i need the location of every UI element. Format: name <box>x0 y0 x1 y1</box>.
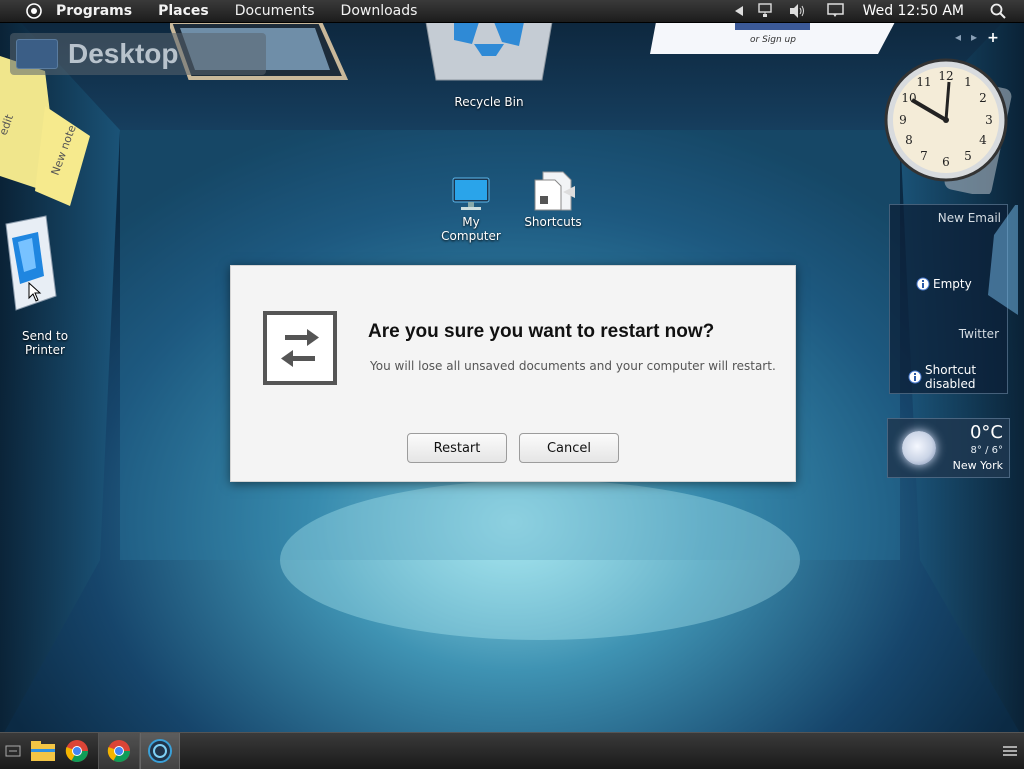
top-menu: Programs Places Documents Downloads <box>0 0 443 22</box>
clock-gadget[interactable]: 12 1 2 3 4 5 6 7 8 9 10 11 <box>884 54 1014 197</box>
volume-icon[interactable] <box>789 3 807 19</box>
show-desktop-button[interactable] <box>0 733 26 769</box>
menu-documents[interactable]: Documents <box>235 0 315 22</box>
svg-text:6: 6 <box>942 155 950 169</box>
taskbar-app-active[interactable] <box>140 733 180 769</box>
gadget-next-icon[interactable]: ▸ <box>971 30 977 46</box>
shortcut-disabled-status: Shortcut disabled <box>908 363 976 391</box>
dialog-message: You will lose all unsaved documents and … <box>370 359 776 373</box>
shortcut-disabled-label-1: Shortcut <box>925 363 977 377</box>
search-icon[interactable] <box>990 3 1006 19</box>
swap-arrows-icon <box>263 311 337 385</box>
recycle-bin-graphic <box>425 21 553 81</box>
clock-text[interactable]: Wed 12:50 AM <box>863 0 964 22</box>
system-tray: Wed 12:50 AM <box>734 0 1024 22</box>
info-icon <box>916 277 930 291</box>
taskbar-file-explorer[interactable] <box>28 733 58 769</box>
twitter-bird-graphic <box>988 205 1018 315</box>
desktop-title: Desktop <box>68 38 179 69</box>
weather-temp: 0°C <box>969 422 1003 443</box>
signup-text: or Sign up <box>750 35 796 45</box>
system-app-icon <box>148 739 172 763</box>
cancel-button[interactable]: Cancel <box>519 433 619 463</box>
svg-text:9: 9 <box>899 113 907 127</box>
gadget-add-icon[interactable]: + <box>987 30 999 46</box>
desktop-label: Desktop <box>10 33 266 75</box>
chrome-icon <box>107 740 130 762</box>
notification-icon[interactable] <box>826 3 845 19</box>
taskbar-chrome-1[interactable] <box>62 733 92 769</box>
notifications-panel: New Email Empty Twitter Shortcut disable… <box>889 204 1018 394</box>
shortcuts-label: Shortcuts <box>524 215 582 229</box>
restart-dialog: Are you sure you want to restart now? Yo… <box>230 265 796 482</box>
recycle-bin-label: Recycle Bin <box>454 95 524 109</box>
gadget-nav: ◂ ▸ + <box>955 30 999 46</box>
send-to-printer-label-2: Printer <box>25 343 65 357</box>
gadget-prev-icon[interactable]: ◂ <box>955 30 961 46</box>
menu-places[interactable]: Places <box>158 0 209 22</box>
start-menu-icon[interactable] <box>24 1 44 21</box>
menu-downloads[interactable]: Downloads <box>341 0 418 22</box>
chrome-icon <box>65 740 88 762</box>
restart-button[interactable]: Restart <box>407 433 507 463</box>
menu-programs[interactable]: Programs <box>56 0 132 22</box>
svg-text:11: 11 <box>916 75 931 89</box>
weather-range: 8° / 6° <box>970 445 1003 456</box>
svg-text:5: 5 <box>964 149 972 163</box>
my-computer-label-1: My <box>462 215 480 229</box>
svg-text:4: 4 <box>979 133 987 147</box>
weather-gadget[interactable]: 0°C 8° / 6° New York <box>887 418 1010 478</box>
info-icon <box>908 370 922 384</box>
svg-text:3: 3 <box>985 113 993 127</box>
empty-label: Empty <box>933 277 972 291</box>
taskbar <box>0 732 1024 769</box>
signup-card[interactable]: or Sign up <box>650 22 895 56</box>
svg-text:7: 7 <box>920 149 928 163</box>
moon-icon <box>902 431 936 465</box>
send-to-printer-label-1: Send to <box>21 329 69 343</box>
recycle-bin-icon[interactable]: Recycle Bin <box>424 21 554 109</box>
send-to-printer-icon[interactable]: Send to Printer <box>0 212 90 357</box>
network-icon[interactable] <box>757 3 775 19</box>
shortcut-disabled-label-2: disabled <box>925 377 976 391</box>
show-desktop-icon <box>5 745 21 757</box>
mouse-cursor-icon <box>28 282 42 302</box>
taskbar-chrome-2[interactable] <box>98 733 140 769</box>
taskbar-menu-button[interactable] <box>996 733 1024 769</box>
svg-text:8: 8 <box>905 133 913 147</box>
svg-text:1: 1 <box>964 75 972 89</box>
analog-clock-icon: 12 1234567891011 <box>884 58 1012 197</box>
twitter-label[interactable]: Twitter <box>959 327 999 341</box>
shortcuts-icon[interactable]: Shortcuts <box>522 170 584 229</box>
my-computer-label-2: Computer <box>441 229 501 243</box>
weather-city: New York <box>952 459 1003 472</box>
dialog-title: Are you sure you want to restart now? <box>368 321 715 342</box>
hamburger-menu-icon <box>1003 746 1017 756</box>
desktop-monitor-icon <box>16 39 58 69</box>
svg-text:2: 2 <box>979 91 987 105</box>
my-computer-icon[interactable]: My Computer <box>438 176 504 243</box>
top-menu-bar: Programs Places Documents Downloads Wed … <box>0 0 1024 23</box>
folder-icon <box>31 741 55 761</box>
empty-status: Empty <box>916 277 972 291</box>
shortcut-document-icon <box>534 171 575 211</box>
monitor-icon <box>452 177 490 210</box>
tray-expand-icon[interactable] <box>734 6 743 16</box>
svg-text:12: 12 <box>938 69 953 83</box>
